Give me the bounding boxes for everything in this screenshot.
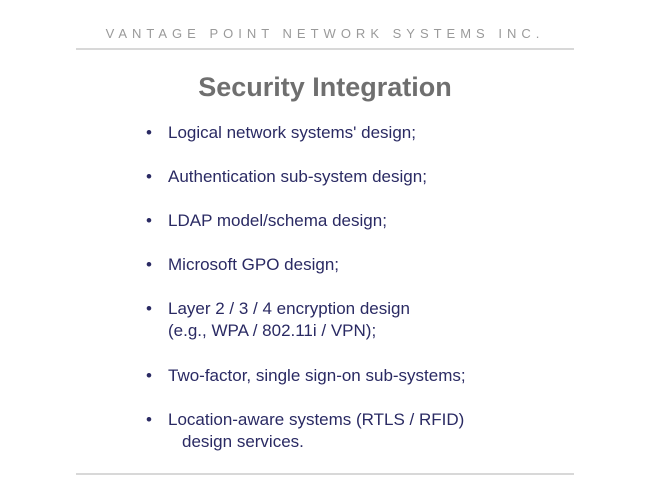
list-item: Authentication sub-system design; <box>140 166 550 188</box>
divider-top <box>76 48 574 50</box>
divider-bottom <box>76 473 574 475</box>
list-item: Two-factor, single sign-on sub-systems; <box>140 365 550 387</box>
bullet-text: Authentication sub-system design; <box>168 167 427 186</box>
bullet-text-line2: design services. <box>168 431 550 453</box>
bullet-text: Location-aware systems (RTLS / RFID) <box>168 410 464 429</box>
slide: VANTAGE POINT NETWORK SYSTEMS INC. Secur… <box>0 0 650 502</box>
bullet-text: LDAP model/schema design; <box>168 211 387 230</box>
list-item: LDAP model/schema design; <box>140 210 550 232</box>
bullet-text: Two-factor, single sign-on sub-systems; <box>168 366 466 385</box>
bullet-text: Microsoft GPO design; <box>168 255 339 274</box>
bullet-list: Logical network systems' design; Authent… <box>140 122 550 475</box>
list-item: Logical network systems' design; <box>140 122 550 144</box>
list-item: Location-aware systems (RTLS / RFID) des… <box>140 409 550 453</box>
list-item: Microsoft GPO design; <box>140 254 550 276</box>
company-header: VANTAGE POINT NETWORK SYSTEMS INC. <box>0 26 650 41</box>
bullet-text: Layer 2 / 3 / 4 encryption design <box>168 299 410 318</box>
slide-title: Security Integration <box>0 72 650 103</box>
bullet-text-line2: (e.g., WPA / 802.11i / VPN); <box>168 321 376 340</box>
bullet-text: Logical network systems' design; <box>168 123 416 142</box>
list-item: Layer 2 / 3 / 4 encryption design (e.g.,… <box>140 298 550 342</box>
